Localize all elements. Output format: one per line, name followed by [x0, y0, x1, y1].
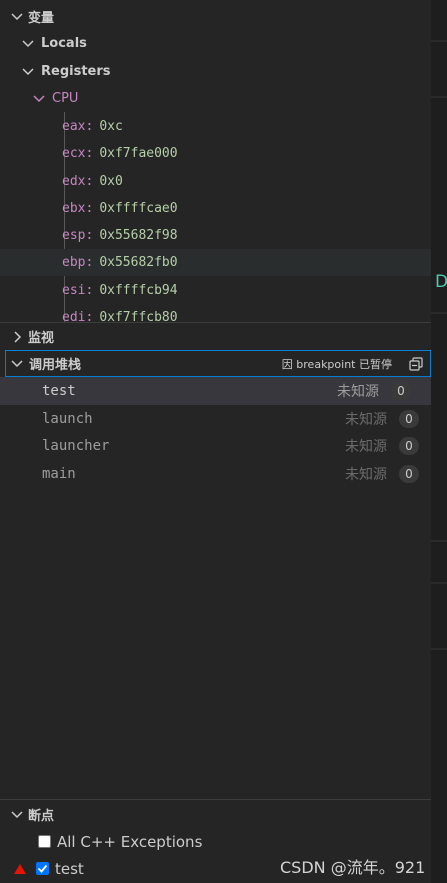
register-row[interactable]: eax: 0xc [0, 113, 431, 140]
breakpoint-warning-icon [14, 863, 26, 874]
editor-edge [431, 0, 447, 883]
register-row[interactable]: esp: 0x55682f98 [0, 222, 431, 249]
editor-fragment-text: D [435, 272, 447, 292]
frame-name: main [42, 466, 76, 482]
register-value: 0x0 [99, 174, 123, 189]
checkmark-icon [37, 864, 48, 873]
frame-name: test [42, 383, 76, 399]
frame-name: launcher [42, 438, 110, 454]
register-value: 0xc [99, 119, 123, 134]
variables-section: 变量 Locals Registers CPU eax: 0xc ecx: 0x… [0, 0, 431, 322]
editor-line-mark [431, 312, 447, 314]
tree-item-locals[interactable]: Locals [0, 30, 431, 57]
chevron-down-icon [11, 359, 23, 367]
collapse-all-icon[interactable] [408, 356, 424, 372]
register-row-clipped-wrap: edi: 0xf7ffcb80 [0, 304, 431, 322]
watermark: CSDN @流年。921 [280, 858, 426, 877]
breakpoint-item-exceptions[interactable]: All C++ Exceptions [0, 828, 431, 855]
register-value: 0xffffcae0 [99, 201, 178, 216]
stack-frame-selected[interactable]: test 未知源 0 [0, 377, 431, 405]
section-divider [0, 799, 431, 800]
frame-source: 未知源 [345, 412, 387, 428]
editor-line-mark [431, 96, 447, 98]
checkbox-unchecked[interactable] [38, 835, 51, 848]
tree-item-registers[interactable]: Registers [0, 58, 431, 85]
register-name: esp: [62, 228, 94, 243]
frame-name: launch [42, 411, 93, 427]
editor-line-mark [431, 582, 447, 584]
register-value: 0x55682f98 [99, 228, 178, 243]
frame-line-badge: 0 [399, 437, 419, 455]
frame-source: 未知源 [337, 384, 379, 400]
stack-frame[interactable]: launcher 未知源 0 [0, 432, 431, 460]
editor-line-mark [431, 540, 447, 542]
breakpoints-title: 断点 [28, 809, 55, 824]
registers-label: Registers [41, 64, 111, 79]
breakpoint-label: All C++ Exceptions [57, 832, 203, 851]
chevron-down-icon [33, 94, 45, 102]
register-name: edi: [62, 310, 94, 322]
register-row[interactable]: edx: 0x0 [0, 168, 431, 195]
breakpoints-header[interactable]: 断点 [0, 801, 431, 828]
register-value: 0xf7ffcb80 [99, 310, 178, 322]
register-value: 0xffffcb94 [99, 283, 178, 298]
register-row[interactable]: ebx: 0xffffcae0 [0, 195, 431, 222]
register-name: ebx: [62, 201, 94, 216]
register-row[interactable]: esi: 0xffffcb94 [0, 277, 431, 304]
register-name: ebp: [62, 255, 94, 270]
watch-header[interactable]: 监视 [0, 323, 431, 350]
register-row[interactable]: edi: 0xf7ffcb80 [0, 304, 431, 322]
frame-line-badge: 0 [399, 465, 419, 483]
frame-source: 未知源 [345, 467, 387, 483]
stack-frame[interactable]: launch 未知源 0 [0, 405, 431, 433]
cpu-label: CPU [52, 91, 79, 106]
editor-line-mark [431, 648, 447, 650]
stack-frame[interactable]: main 未知源 0 [0, 460, 431, 488]
register-row[interactable]: ecx: 0xf7fae000 [0, 140, 431, 167]
chevron-down-icon [11, 12, 23, 20]
locals-label: Locals [41, 36, 87, 51]
register-row-hovered[interactable]: ebp: 0x55682fb0 [0, 249, 431, 276]
register-name: edx: [62, 174, 94, 189]
chevron-down-icon [22, 67, 34, 75]
variables-title: 变量 [28, 11, 55, 26]
frame-line-badge: 0 [399, 410, 419, 428]
register-value: 0x55682fb0 [99, 255, 178, 270]
pause-reason: 因 breakpoint 已暂停 [281, 357, 392, 371]
register-name: esi: [62, 283, 94, 298]
chevron-down-icon [22, 39, 34, 47]
register-name: ecx: [62, 146, 94, 161]
frame-line-badge: 0 [391, 382, 411, 400]
watch-title: 监视 [28, 331, 55, 346]
register-name: eax: [62, 119, 94, 134]
register-value: 0xf7fae000 [99, 146, 178, 161]
callstack-title: 调用堆栈 [29, 358, 82, 373]
chevron-right-icon [14, 330, 22, 343]
breakpoint-label: test [55, 859, 84, 878]
chevron-down-icon [11, 810, 23, 818]
callstack-header[interactable]: 调用堆栈 因 breakpoint 已暂停 [5, 350, 431, 377]
tree-item-cpu[interactable]: CPU [0, 85, 431, 112]
checkbox-checked[interactable] [36, 862, 49, 875]
editor-line-mark [431, 40, 447, 42]
variables-header[interactable]: 变量 [0, 3, 431, 30]
frame-source: 未知源 [345, 439, 387, 455]
